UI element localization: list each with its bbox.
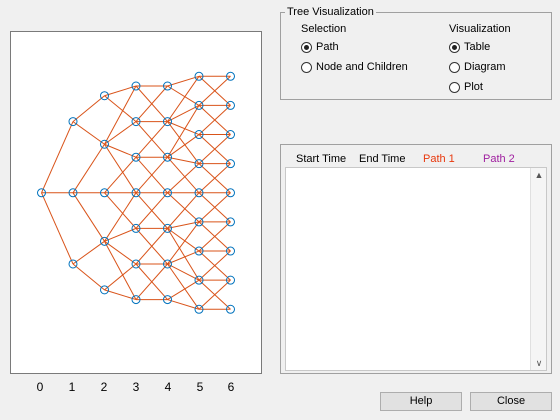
- x-tick-label: 2: [100, 380, 108, 394]
- radio-indicator[interactable]: [301, 41, 312, 53]
- radio-label: Node and Children: [316, 61, 408, 73]
- column-header-path-2: Path 2: [483, 153, 515, 165]
- radio-plot[interactable]: Plot: [449, 81, 483, 93]
- radio-indicator[interactable]: [301, 61, 312, 73]
- x-tick-label: 0: [36, 380, 44, 394]
- tree-edge: [167, 263, 200, 310]
- tree-edge: [167, 227, 200, 252]
- x-tick-label: 5: [196, 380, 204, 394]
- x-tick-label: 1: [68, 380, 76, 394]
- tree-edge: [167, 76, 200, 122]
- tree-edge: [72, 192, 105, 242]
- scroll-down-icon[interactable]: ∨: [531, 356, 547, 370]
- radio-indicator[interactable]: [449, 61, 460, 73]
- radio-label: Path: [316, 41, 339, 53]
- radio-indicator[interactable]: [449, 81, 460, 93]
- x-tick-label: 6: [227, 380, 235, 394]
- close-button[interactable]: Close: [470, 392, 552, 411]
- column-header-start-time: Start Time: [296, 153, 347, 165]
- selection-label: Selection: [301, 23, 347, 35]
- radio-node-and-children[interactable]: Node and Children: [301, 61, 408, 73]
- path-table: Start Time End Time Path 1 Path 2 ▲ ∨: [280, 144, 552, 374]
- radio-label: Plot: [464, 81, 483, 93]
- x-tick-label: 4: [164, 380, 172, 394]
- tree-edge: [104, 263, 137, 291]
- x-axis-tick-labels: 0 1 2 3 4 5 6: [0, 380, 280, 396]
- tree-edges: [41, 75, 231, 310]
- tree-edge: [104, 121, 137, 145]
- radio-label: Table: [464, 41, 491, 53]
- help-button[interactable]: Help: [380, 392, 462, 411]
- tree-edge: [104, 192, 137, 229]
- scroll-up-icon[interactable]: ▲: [531, 168, 547, 182]
- tree-edge: [167, 85, 200, 106]
- tree-edge: [104, 192, 137, 242]
- tree-edge: [72, 263, 105, 291]
- tree-edge: [167, 75, 200, 87]
- radio-path[interactable]: Path: [301, 41, 339, 53]
- vertical-scrollbar[interactable]: ▲ ∨: [530, 168, 546, 370]
- tree-edge: [167, 279, 200, 301]
- tree-edge: [41, 192, 74, 265]
- column-header-end-time: End Time: [359, 153, 406, 165]
- tree-plot: [37, 71, 235, 314]
- tree-edge: [167, 163, 200, 194]
- tree-edge: [72, 121, 105, 145]
- table-list-area[interactable]: ▲ ∨: [285, 167, 547, 371]
- radio-label: Diagram: [464, 61, 506, 73]
- tree-edge: [167, 299, 200, 310]
- column-header-path-1: Path 1: [423, 153, 455, 165]
- tree-edge: [72, 95, 105, 122]
- tree-edge: [167, 134, 200, 158]
- tree-edge: [104, 240, 137, 265]
- tree-edge: [104, 156, 137, 194]
- tree-edge: [104, 95, 137, 122]
- tree-edge: [72, 240, 105, 265]
- panel-title: Tree Visualization: [285, 6, 376, 18]
- visualization-label: Visualization: [449, 23, 511, 35]
- radio-indicator[interactable]: [449, 41, 460, 53]
- tree-edge: [167, 192, 200, 223]
- radio-diagram[interactable]: Diagram: [449, 61, 506, 73]
- tree-edge: [104, 143, 137, 194]
- tree-visualization-panel: Tree Visualization Selection Visualizati…: [280, 6, 552, 100]
- tree-edge: [41, 121, 74, 193]
- x-tick-label: 3: [132, 380, 140, 394]
- radio-table[interactable]: Table: [449, 41, 490, 53]
- tree-edge: [72, 143, 105, 194]
